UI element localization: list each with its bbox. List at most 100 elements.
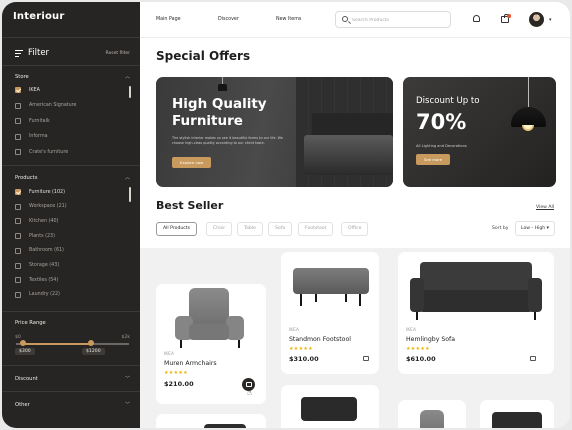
- nav-new-items[interactable]: New Items: [276, 17, 301, 22]
- filter-header: Filter Reset filter: [15, 48, 130, 58]
- sort-select[interactable]: Low - High: [515, 221, 555, 236]
- product-card[interactable]: [156, 414, 266, 428]
- sofa-seat: [420, 290, 532, 312]
- checkbox-option[interactable]: IKEA: [15, 87, 40, 93]
- other-section-header[interactable]: Other ﹀: [15, 401, 130, 409]
- filter-sidebar: Interiour Filter Reset filter Store ︿ IK…: [2, 2, 140, 428]
- chip-table[interactable]: Table: [237, 222, 263, 236]
- price-max-label: $2k: [121, 335, 130, 340]
- price-slider-high-handle[interactable]: [88, 340, 94, 346]
- product-rating: ★★★★★: [289, 346, 313, 352]
- checkbox-icon[interactable]: [15, 291, 21, 298]
- stool-leg: [345, 294, 347, 302]
- hand-cursor-icon: ☝: [247, 388, 252, 397]
- checkbox-option[interactable]: Bathroom (61): [15, 247, 64, 254]
- store-section-header[interactable]: Store ︿: [15, 73, 130, 81]
- price-slider-low-handle[interactable]: [20, 340, 26, 346]
- checkbox-option[interactable]: Furnitalk: [15, 118, 50, 124]
- product-grid: IKEA Muren Armchairs ★★★★★ $210.00 ☝ IKE…: [140, 248, 570, 428]
- notification-bell-icon[interactable]: [471, 14, 481, 24]
- store-scrollbar[interactable]: [129, 86, 131, 98]
- checkbox-icon[interactable]: [15, 233, 21, 240]
- see-more-button[interactable]: See more: [416, 154, 451, 165]
- sofa-leg: [534, 312, 536, 320]
- chair-leg: [238, 340, 240, 348]
- explore-now-button[interactable]: Explore now: [172, 157, 212, 168]
- products-scrollbar[interactable]: [129, 187, 131, 202]
- product-card[interactable]: IKEA Standmon Footstool ★★★★★ $310.00: [281, 252, 379, 374]
- checkbox-checked-icon[interactable]: [15, 189, 21, 195]
- checkbox-icon[interactable]: [15, 247, 21, 254]
- chip-sofa[interactable]: Sofa: [268, 222, 293, 236]
- chip-chair[interactable]: Chair: [206, 222, 233, 236]
- checkbox-label: IKEA: [29, 87, 40, 93]
- stool-leg: [315, 294, 317, 302]
- products-section-header[interactable]: Products ︿: [15, 174, 130, 182]
- sofa-leg: [416, 312, 418, 320]
- chip-all-products[interactable]: All Products: [156, 222, 197, 236]
- checkbox-label: Bathroom (61): [29, 248, 64, 254]
- checkbox-option[interactable]: Furniture (102): [15, 189, 65, 195]
- product-card[interactable]: IKEA Hemlingby Sofa ★★★★★ $610.00: [398, 252, 554, 374]
- chip-footstool[interactable]: Footstool: [298, 222, 333, 236]
- sort-label: Sort by: [492, 226, 509, 231]
- search-input[interactable]: [352, 15, 447, 25]
- checkbox-option[interactable]: Informa: [15, 133, 48, 140]
- discount-subtitle: All Lighting and Decorations: [416, 144, 467, 148]
- divider: [2, 365, 140, 366]
- chevron-down-icon[interactable]: ▾: [549, 17, 552, 23]
- high-quality-banner[interactable]: High Quality Furniture The stylish inter…: [156, 77, 393, 187]
- cart-icon[interactable]: [500, 14, 511, 24]
- checkbox-option[interactable]: Textiles (54): [15, 277, 58, 284]
- brand-logo[interactable]: Interiour: [13, 11, 64, 22]
- checkbox-option[interactable]: Kitchen (40): [15, 218, 58, 225]
- nav-discover[interactable]: Discover: [218, 17, 239, 22]
- checkbox-option[interactable]: Crate's furniture: [15, 149, 68, 155]
- checkbox-icon[interactable]: [15, 277, 21, 284]
- checkbox-label: Informa: [29, 134, 48, 139]
- search-box[interactable]: [335, 11, 451, 28]
- checkbox-option[interactable]: American Signature: [15, 102, 77, 109]
- product-card[interactable]: [480, 400, 554, 428]
- checkbox-icon[interactable]: [15, 218, 21, 225]
- discount-title: Discount: [15, 375, 38, 382]
- checkbox-icon[interactable]: [15, 203, 21, 210]
- pendant-lamp-icon: [218, 84, 227, 91]
- discount-section-header[interactable]: Discount ﹀: [15, 375, 130, 383]
- add-to-cart-icon[interactable]: [528, 353, 538, 363]
- divider: [2, 165, 140, 166]
- discount-banner[interactable]: Discount Up to 70% All Lighting and Deco…: [403, 77, 556, 187]
- checkbox-icon[interactable]: [15, 262, 21, 269]
- checkbox-label: Storage (43): [29, 263, 60, 268]
- divider: [2, 37, 140, 38]
- price-range-header: Price Range: [15, 320, 130, 326]
- nav-main-page[interactable]: Main Page: [156, 17, 181, 22]
- checkbox-icon[interactable]: [15, 118, 21, 124]
- view-all-link[interactable]: View All: [536, 205, 554, 210]
- add-to-cart-icon[interactable]: [361, 353, 371, 363]
- chip-office[interactable]: Office: [341, 222, 369, 236]
- product-card[interactable]: IKEA Muren Armchairs ★★★★★ $210.00 ☝: [156, 284, 266, 404]
- product-card[interactable]: [398, 400, 466, 428]
- checkbox-option[interactable]: Workspace (21): [15, 203, 67, 210]
- checkbox-label: Plants (23): [29, 233, 55, 239]
- filter-title: Filter: [28, 48, 50, 58]
- checkbox-option[interactable]: Plants (23): [15, 233, 55, 240]
- checkbox-option[interactable]: Storage (43): [15, 262, 60, 269]
- price-slider-fill: [22, 343, 90, 345]
- chevron-up-icon: ︿: [124, 74, 130, 80]
- chevron-up-icon: ︿: [124, 175, 130, 181]
- divider: [2, 311, 140, 312]
- user-avatar[interactable]: [529, 12, 544, 27]
- product-card[interactable]: [281, 385, 379, 428]
- checkbox-icon[interactable]: [15, 149, 21, 155]
- chevron-down-icon: ﹀: [124, 402, 130, 408]
- checkbox-option[interactable]: Laundry (22): [15, 291, 60, 298]
- product-brand: IKEA: [289, 328, 299, 333]
- armchair-image: [189, 288, 229, 328]
- checkbox-checked-icon[interactable]: [15, 87, 21, 93]
- sofa-arm: [528, 278, 542, 312]
- checkbox-icon[interactable]: [15, 133, 21, 140]
- checkbox-icon[interactable]: [15, 102, 21, 109]
- reset-filter-link[interactable]: Reset filter: [106, 51, 130, 56]
